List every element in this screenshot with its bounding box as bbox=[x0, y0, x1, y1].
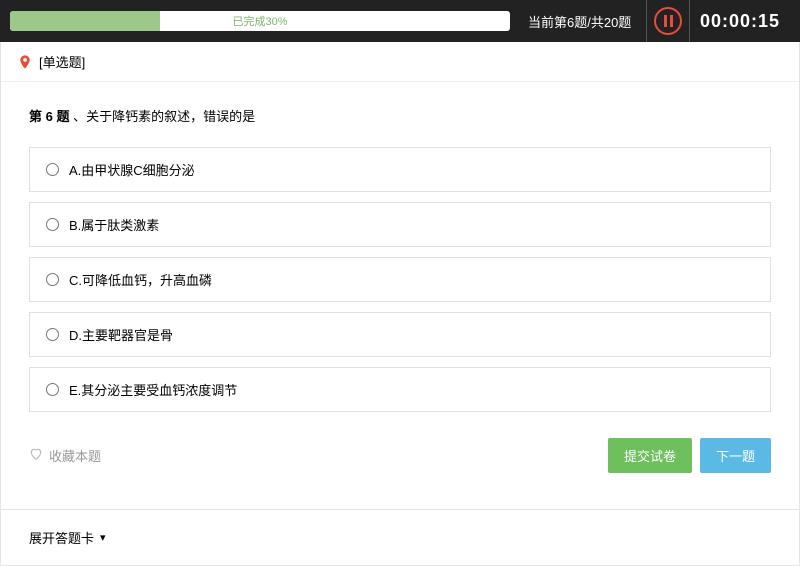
question-title: 第 6 题 、关于降钙素的叙述，错误的是 bbox=[29, 106, 771, 125]
top-bar: 已完成30% 当前第6题/共20题 00:00:15 bbox=[0, 0, 800, 42]
question-stem: 关于降钙素的叙述，错误的是 bbox=[86, 109, 255, 124]
option-e[interactable]: E.其分泌主要受血钙浓度调节 bbox=[29, 367, 771, 412]
heart-icon bbox=[29, 447, 43, 464]
question-sep: 、 bbox=[69, 109, 86, 124]
question-container: [单选题] 第 6 题 、关于降钙素的叙述，错误的是 A.由甲状腺C细胞分泌 B.… bbox=[0, 42, 800, 566]
question-number: 第 6 题 bbox=[29, 109, 69, 124]
next-button[interactable]: 下一题 bbox=[700, 438, 771, 473]
option-d[interactable]: D.主要靶器官是骨 bbox=[29, 312, 771, 357]
pause-section bbox=[646, 0, 690, 42]
progress-label: 已完成30% bbox=[10, 11, 510, 31]
option-text: C.可降低血钙，升高血磷 bbox=[69, 270, 212, 289]
option-radio-d[interactable] bbox=[46, 328, 59, 341]
chevron-down-icon: ▾ bbox=[100, 531, 106, 544]
timer: 00:00:15 bbox=[690, 11, 790, 32]
option-text: E.其分泌主要受血钙浓度调节 bbox=[69, 380, 237, 399]
option-list: A.由甲状腺C细胞分泌 B.属于肽类激素 C.可降低血钙，升高血磷 D.主要靶器官是骨… bbox=[29, 147, 771, 412]
favorite-button[interactable]: 收藏本题 bbox=[29, 446, 101, 465]
option-radio-b[interactable] bbox=[46, 218, 59, 231]
option-radio-c[interactable] bbox=[46, 273, 59, 286]
option-a[interactable]: A.由甲状腺C细胞分泌 bbox=[29, 147, 771, 192]
question-type-label: [单选题] bbox=[39, 52, 85, 71]
option-text: A.由甲状腺C细胞分泌 bbox=[69, 160, 195, 179]
option-c[interactable]: C.可降低血钙，升高血磷 bbox=[29, 257, 771, 302]
position-text: 当前第6题/共20题 bbox=[528, 12, 631, 31]
progress-bar: 已完成30% bbox=[10, 11, 510, 31]
option-radio-e[interactable] bbox=[46, 383, 59, 396]
option-text: D.主要靶器官是骨 bbox=[69, 325, 173, 344]
question-area: 第 6 题 、关于降钙素的叙述，错误的是 A.由甲状腺C细胞分泌 B.属于肽类激素… bbox=[1, 82, 799, 509]
action-row: 收藏本题 提交试卷 下一题 bbox=[29, 422, 771, 493]
option-b[interactable]: B.属于肽类激素 bbox=[29, 202, 771, 247]
question-type-row: [单选题] bbox=[1, 42, 799, 82]
submit-button[interactable]: 提交试卷 bbox=[608, 438, 692, 473]
option-radio-a[interactable] bbox=[46, 163, 59, 176]
expand-label: 展开答题卡 bbox=[29, 528, 94, 547]
expand-answer-card[interactable]: 展开答题卡 ▾ bbox=[1, 509, 799, 565]
option-text: B.属于肽类激素 bbox=[69, 215, 159, 234]
favorite-label: 收藏本题 bbox=[49, 446, 101, 465]
pause-button[interactable] bbox=[654, 7, 682, 35]
pin-icon bbox=[17, 54, 33, 70]
